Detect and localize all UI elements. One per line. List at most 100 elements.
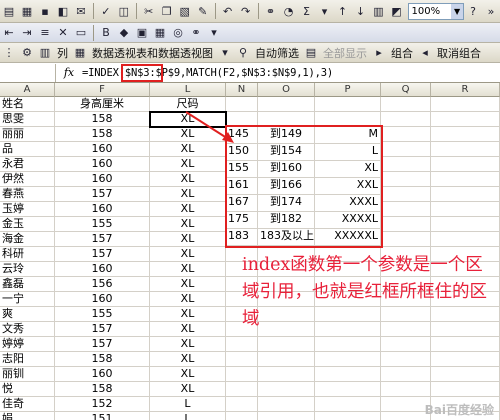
fill-icon[interactable]: ◆ — [116, 24, 132, 42]
cell-empty[interactable] — [381, 112, 431, 127]
cell-name[interactable]: 春燕 — [0, 187, 55, 202]
cell-empty[interactable] — [315, 367, 381, 382]
toolbar-options-icon[interactable]: » — [483, 2, 499, 20]
cell-empty[interactable] — [381, 202, 431, 217]
cell-empty[interactable] — [258, 412, 315, 420]
sort-ascending-icon[interactable]: ↑ — [335, 2, 351, 20]
cell-height[interactable]: 157 — [55, 337, 150, 352]
cell-empty[interactable] — [226, 397, 258, 412]
cell-height[interactable]: 157 — [55, 187, 150, 202]
filter-icon[interactable]: ⚲ — [235, 44, 251, 62]
cell-empty[interactable] — [431, 127, 500, 142]
cell-empty[interactable] — [431, 337, 500, 352]
email-icon[interactable]: ✉ — [73, 2, 89, 20]
undo-icon[interactable]: ↶ — [220, 2, 236, 20]
cell-empty[interactable] — [381, 232, 431, 247]
cell-name[interactable]: 佳奇 — [0, 397, 55, 412]
cell-empty[interactable] — [381, 142, 431, 157]
cell-height[interactable]: 155 — [55, 307, 150, 322]
chevron-down-icon[interactable]: ▾ — [217, 44, 233, 62]
cell-empty[interactable] — [381, 172, 431, 187]
cell-size[interactable]: XL — [150, 367, 226, 382]
cell-empty[interactable] — [315, 97, 381, 112]
ungroup-button[interactable]: 取消组合 — [434, 45, 484, 61]
column-header-p[interactable]: P — [315, 83, 381, 97]
cell-empty[interactable] — [381, 127, 431, 142]
cell-empty[interactable] — [381, 412, 431, 420]
cell-empty[interactable] — [226, 382, 258, 397]
cell-name[interactable]: 志阳 — [0, 352, 55, 367]
chevron-down-icon[interactable]: ▾ — [317, 2, 333, 20]
cell-empty[interactable] — [431, 97, 500, 112]
cell-name[interactable]: 一宁 — [0, 292, 55, 307]
column-header-a[interactable]: A — [0, 83, 55, 97]
group-icon[interactable]: ▸ — [371, 44, 387, 62]
cell-empty[interactable] — [315, 337, 381, 352]
cell-empty[interactable] — [431, 382, 500, 397]
research-icon[interactable]: ◫ — [116, 2, 132, 20]
sort-descending-icon[interactable]: ↓ — [353, 2, 369, 20]
cell-empty[interactable] — [226, 337, 258, 352]
pivot-settings-icon[interactable]: ⚙ — [19, 44, 35, 62]
cell-size[interactable]: XL — [150, 307, 226, 322]
cell-empty[interactable] — [381, 397, 431, 412]
cell-size[interactable]: XL — [150, 217, 226, 232]
cell-name[interactable]: 爽 — [0, 307, 55, 322]
cell-name[interactable]: 文秀 — [0, 322, 55, 337]
show-all-icon[interactable]: ▤ — [303, 44, 319, 62]
cell-name[interactable]: 品 — [0, 142, 55, 157]
cell-empty[interactable] — [381, 97, 431, 112]
cell-height[interactable]: 160 — [55, 262, 150, 277]
column-header-n[interactable]: N — [226, 83, 258, 97]
paste-icon[interactable]: ▤ — [1, 2, 17, 20]
column-header-q[interactable]: Q — [381, 83, 431, 97]
disk-icon[interactable]: ▪ — [37, 2, 53, 20]
help-icon[interactable]: ? — [465, 2, 481, 20]
cell-name[interactable]: 云玲 — [0, 262, 55, 277]
cell-empty[interactable] — [431, 367, 500, 382]
cell-height[interactable]: 160 — [55, 292, 150, 307]
cell-empty[interactable] — [431, 202, 500, 217]
cell-empty[interactable] — [315, 397, 381, 412]
cell-size[interactable]: XL — [150, 187, 226, 202]
cell-empty[interactable] — [431, 172, 500, 187]
cell-empty[interactable] — [315, 352, 381, 367]
cell-empty[interactable] — [258, 367, 315, 382]
cell-empty[interactable] — [381, 352, 431, 367]
cell-height-header[interactable]: 身高厘米 — [55, 97, 150, 112]
cell-name[interactable]: 金玉 — [0, 217, 55, 232]
autosum-icon[interactable]: Σ — [299, 2, 315, 20]
cell-empty[interactable] — [431, 232, 500, 247]
cell-empty[interactable] — [381, 157, 431, 172]
column-label[interactable]: 列 — [54, 45, 71, 61]
show-all-button[interactable]: 全部显示 — [320, 45, 370, 61]
column-icon[interactable]: ▥ — [37, 44, 53, 62]
toolbar-handle-icon[interactable]: ⋮ — [1, 44, 17, 62]
cell-empty[interactable] — [431, 142, 500, 157]
cell-empty[interactable] — [431, 217, 500, 232]
bold-icon[interactable]: B — [98, 24, 114, 42]
cell-empty[interactable] — [431, 187, 500, 202]
cell-height[interactable]: 156 — [55, 277, 150, 292]
redo-icon[interactable]: ↷ — [238, 2, 254, 20]
cell-empty[interactable] — [258, 397, 315, 412]
cell-height[interactable]: 160 — [55, 142, 150, 157]
cell-empty[interactable] — [315, 382, 381, 397]
formula-input[interactable]: =INDEX($N$3:$P$9,MATCH(F2,$N$3:$N$9,1),3… — [82, 67, 333, 79]
cell-size[interactable]: XL — [150, 337, 226, 352]
cell-height[interactable]: 158 — [55, 127, 150, 142]
cell-size[interactable]: XL — [150, 247, 226, 262]
cell-size[interactable]: XL — [150, 232, 226, 247]
cell-name[interactable]: 婷婷 — [0, 337, 55, 352]
cell-empty[interactable] — [431, 112, 500, 127]
border-icon[interactable]: ▣ — [134, 24, 150, 42]
cell-height[interactable]: 152 — [55, 397, 150, 412]
cell-empty[interactable] — [226, 412, 258, 420]
cell-empty[interactable] — [381, 382, 431, 397]
cell-empty[interactable] — [381, 217, 431, 232]
cut-icon[interactable]: ✂ — [141, 2, 157, 20]
cell-icon[interactable]: ▭ — [73, 24, 89, 42]
cell-empty[interactable] — [431, 352, 500, 367]
cell-name[interactable]: 丽丽 — [0, 127, 55, 142]
cell-name[interactable]: 娟 — [0, 412, 55, 420]
